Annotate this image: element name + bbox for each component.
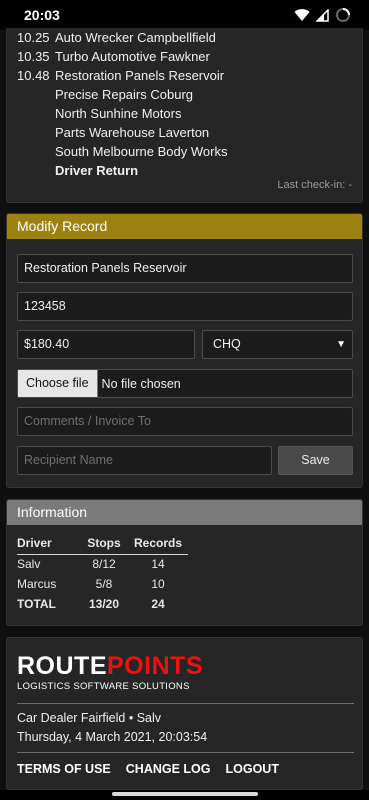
list-item[interactable]: North Sunhine Motors — [17, 104, 362, 123]
stop-name: North Sunhine Motors — [55, 106, 182, 121]
wifi-icon — [294, 9, 310, 21]
table-total-row: TOTAL 13/20 24 — [17, 594, 188, 614]
stops-card: 10.25 Auto Wrecker Campbellfield 10.35 Tur… — [6, 28, 363, 203]
column-header-driver: Driver — [17, 536, 80, 555]
table-header-row: Driver Stops Records — [17, 536, 188, 555]
stop-time — [17, 142, 55, 161]
modify-record-card: Modify Record Restoration Panels Reservo… — [6, 213, 363, 488]
save-button[interactable]: Save — [278, 446, 353, 475]
logo-wordmark: ROUTEPOINTS — [17, 653, 203, 679]
stops-cell: 8/12 — [92, 557, 116, 572]
column-header-stops: Stops — [80, 536, 128, 555]
loading-icon — [336, 8, 350, 22]
status-icons — [294, 7, 351, 23]
status-bar: 20:03 — [0, 0, 369, 30]
status-time: 20:03 — [24, 7, 60, 23]
stop-time: 10.35 — [17, 49, 50, 64]
payment-type-select[interactable]: CHQ ▼ — [202, 330, 353, 359]
divider — [17, 703, 354, 704]
modify-record-header: Modify Record — [7, 214, 362, 239]
total-records: 24 — [151, 597, 165, 611]
list-item[interactable]: Parts Warehouse Laverton — [17, 123, 362, 142]
caret-down-icon: ▼ — [336, 339, 346, 350]
choose-file-button[interactable]: Choose file — [18, 370, 98, 397]
amount-input[interactable]: $180.40 — [17, 330, 195, 359]
terms-of-use-link[interactable]: TERMS OF USE — [17, 762, 111, 776]
stop-name: Auto Wrecker Campbellfield — [55, 30, 216, 45]
stop-name: Turbo Automotive Fawkner — [55, 49, 210, 64]
comments-input[interactable]: Comments / Invoice To — [17, 407, 353, 436]
stop-time — [17, 85, 55, 104]
record-number-input[interactable]: 123458 — [17, 292, 353, 321]
payment-type-value: CHQ — [213, 337, 241, 351]
stop-time: 10.48 — [17, 68, 50, 83]
driver-cell: Marcus — [17, 577, 57, 591]
home-gesture-handle[interactable] — [112, 792, 258, 796]
list-item[interactable]: 10.48 Restoration Panels Reservoir — [17, 66, 362, 85]
footer-links: TERMS OF USE CHANGE LOG LOGOUT — [17, 762, 279, 776]
information-header: Information — [7, 500, 362, 525]
records-cell: 10 — [151, 577, 165, 591]
logo-route: ROUTE — [17, 652, 107, 680]
change-log-link[interactable]: CHANGE LOG — [126, 762, 211, 776]
stop-time — [17, 161, 55, 180]
divider — [17, 752, 354, 753]
logo-points: POINTS — [107, 652, 204, 680]
signal-icon — [316, 8, 329, 22]
list-item[interactable]: 10.35 Turbo Automotive Fawkner — [17, 47, 362, 66]
last-checkin-text: Last check-in: - — [277, 179, 352, 191]
recipient-name-input[interactable]: Recipient Name — [17, 446, 272, 475]
table-row: Salv 8/12 14 — [17, 554, 188, 574]
brand-card: ROUTEPOINTS LOGISTICS SOFTWARE SOLUTIONS… — [6, 637, 363, 790]
table-row: Marcus 5/8 10 — [17, 574, 188, 594]
stops-list: 10.25 Auto Wrecker Campbellfield 10.35 Tur… — [7, 28, 362, 180]
driver-cell: Salv — [17, 557, 41, 572]
stop-time — [17, 104, 55, 123]
list-item[interactable]: Driver Return — [17, 161, 362, 180]
stop-time: 10.25 — [17, 30, 50, 45]
stops-cell: 5/8 — [95, 577, 113, 591]
list-item[interactable]: 10.25 Auto Wrecker Campbellfield — [17, 28, 362, 47]
stop-name: South Melbourne Body Works — [55, 144, 228, 159]
records-cell: 14 — [151, 557, 165, 572]
stop-name: Driver Return — [55, 163, 139, 178]
list-item[interactable]: South Melbourne Body Works — [17, 142, 362, 161]
stop-name: Restoration Panels Reservoir — [55, 68, 225, 83]
logout-link[interactable]: LOGOUT — [226, 762, 279, 776]
routepoints-logo: ROUTEPOINTS LOGISTICS SOFTWARE SOLUTIONS — [17, 653, 203, 692]
stop-name: Parts Warehouse Laverton — [55, 125, 210, 140]
drivers-table: Driver Stops Records Salv 8/12 14 Marcus… — [17, 536, 188, 614]
total-label: TOTAL — [17, 597, 56, 611]
dealer-driver-text: Car Dealer Fairfield • Salv — [17, 711, 162, 725]
information-card: Information Driver Stops Records Salv 8/… — [6, 499, 363, 626]
file-upload-field: Choose file No file chosen — [17, 369, 353, 398]
stop-time — [17, 123, 55, 142]
column-header-records: Records — [128, 536, 188, 555]
file-status-text: No file chosen — [101, 376, 181, 391]
stop-name: Precise Repairs Coburg — [55, 87, 194, 102]
total-stops: 13/20 — [88, 597, 120, 611]
current-datetime: Thursday, 4 March 2021, 20:03:54 — [17, 730, 208, 744]
business-name-input[interactable]: Restoration Panels Reservoir — [17, 254, 353, 283]
list-item[interactable]: Precise Repairs Coburg — [17, 85, 362, 104]
logo-tagline: LOGISTICS SOFTWARE SOLUTIONS — [17, 681, 190, 692]
